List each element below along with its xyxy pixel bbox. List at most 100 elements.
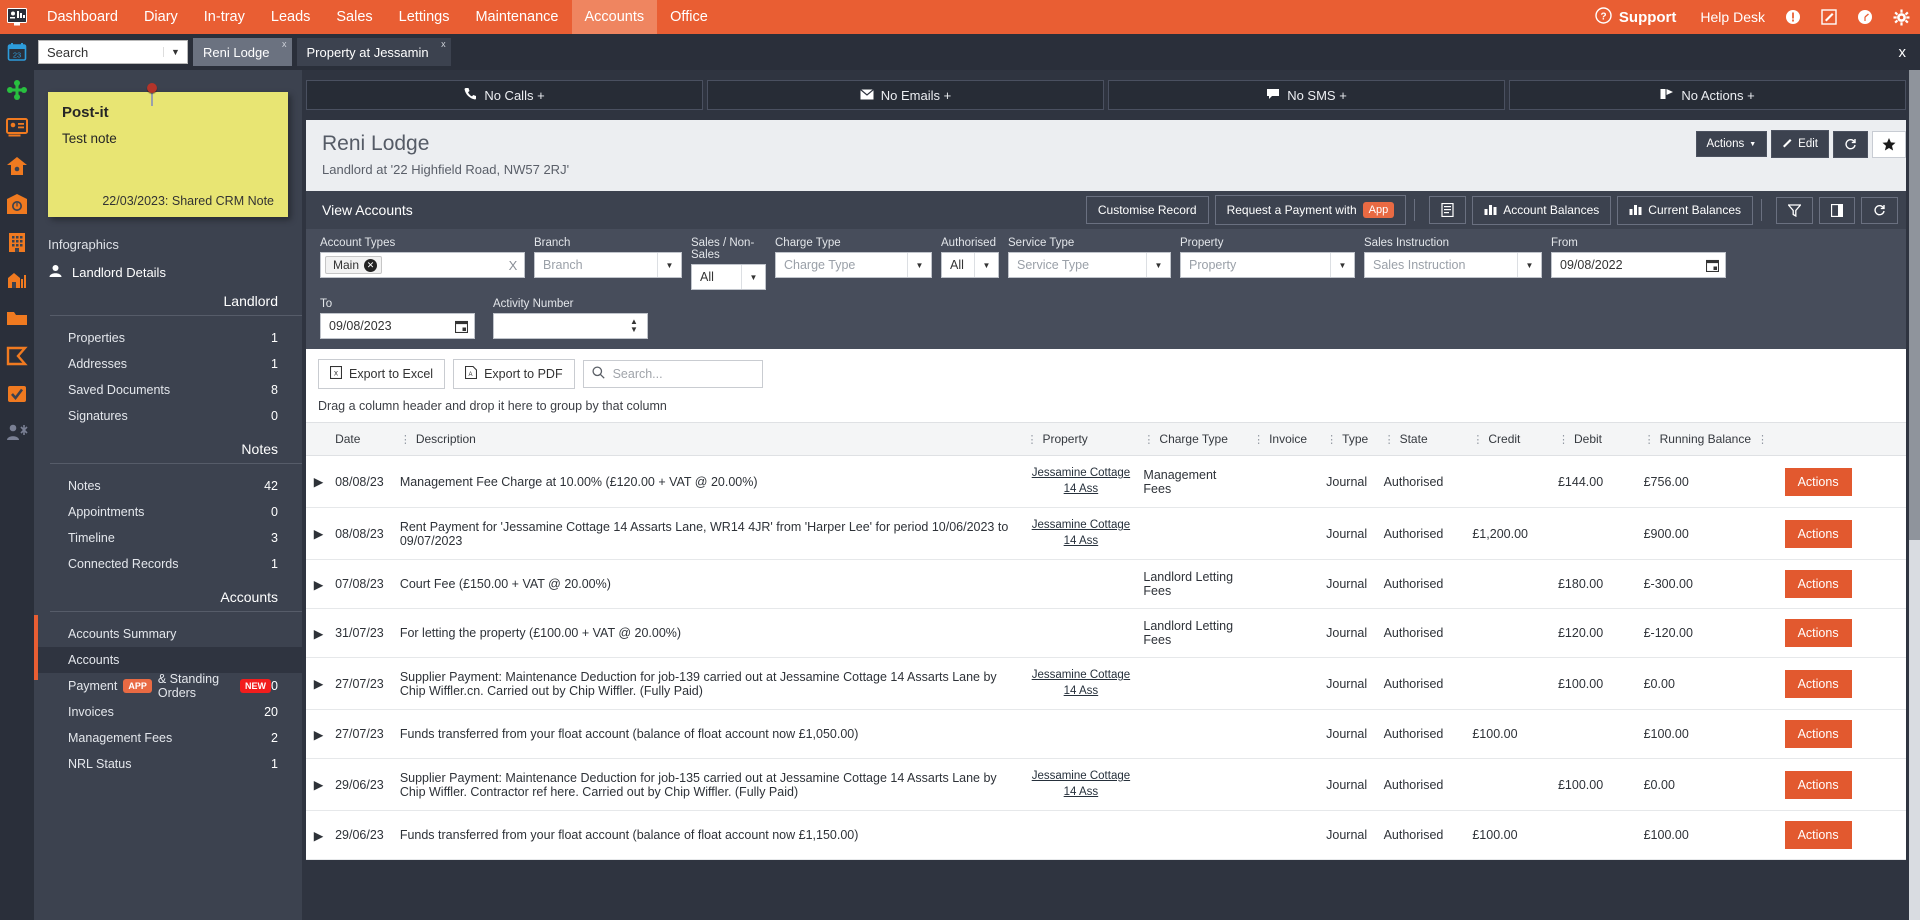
column-grip-icon[interactable]: ⋮ [1026, 434, 1037, 446]
calendar-rail-icon[interactable]: 23 [0, 34, 34, 70]
dashboard-logo-icon[interactable] [0, 0, 34, 34]
sidebar-item-appointments[interactable]: Appointments 0 [34, 499, 302, 525]
export-to-pdf-button[interactable]: A Export to PDF [453, 359, 575, 389]
calendar-icon[interactable] [1699, 259, 1725, 272]
row-expand-toggle[interactable]: ▶ [306, 559, 332, 610]
remove-chip-icon[interactable]: ✕ [364, 258, 378, 272]
sales-non-sales-select[interactable]: All ▼ [691, 264, 766, 290]
row-expand-toggle[interactable]: ▶ [306, 709, 332, 760]
no-actions-button[interactable]: No Actions + [1509, 80, 1906, 110]
chevron-down-icon[interactable]: ▼ [741, 265, 765, 289]
table-row[interactable]: ▶ 08/08/23 Management Fee Charge at 10.00%… [306, 455, 1906, 509]
column-header-debit[interactable]: ⋮ Debit [1553, 422, 1640, 456]
account-balances-button[interactable]: Account Balances [1472, 195, 1612, 225]
refresh-icon[interactable] [1833, 130, 1868, 158]
nav-item-dashboard[interactable]: Dashboard [34, 0, 131, 34]
nav-item-sales[interactable]: Sales [323, 0, 385, 34]
row-expand-toggle[interactable]: ▶ [306, 657, 332, 711]
number-stepper-icon[interactable]: ▲ ▼ [621, 318, 647, 334]
table-row[interactable]: ▶ 07/08/23 Court Fee (£150.00 + VAT @ 20.0… [306, 559, 1906, 610]
sidebar-item-saved-documents[interactable]: Saved Documents 8 [34, 377, 302, 403]
close-all-tabs-icon[interactable]: x [1899, 44, 1920, 61]
clear-icon[interactable]: X [502, 258, 524, 273]
chevron-down-icon[interactable]: ▼ [1517, 253, 1541, 277]
chevron-down-icon[interactable]: ▼ [163, 47, 187, 57]
row-actions-button[interactable]: Actions [1784, 821, 1852, 850]
property-select[interactable]: Property ▼ [1180, 252, 1355, 278]
table-row[interactable]: ▶ 29/06/23 Funds transferred from your flo… [306, 810, 1906, 861]
row-actions-button[interactable]: Actions [1784, 720, 1852, 749]
folder-icon[interactable] [5, 306, 29, 330]
from-date-input[interactable]: 09/08/2022 [1551, 252, 1726, 278]
nav-item-maintenance[interactable]: Maintenance [462, 0, 571, 34]
chevron-down-icon[interactable]: ▼ [1330, 253, 1354, 277]
column-header-charge-type[interactable]: ⋮ Charge Type [1139, 422, 1250, 456]
gauge-icon[interactable] [1847, 9, 1883, 25]
column-header-property[interactable]: ⋮ Property [1022, 422, 1140, 456]
table-row[interactable]: ▶ 27/07/23 Funds transferred from your flo… [306, 709, 1906, 760]
column-grip-icon[interactable]: ⋮ [1384, 434, 1395, 446]
row-expand-toggle[interactable]: ▶ [306, 507, 332, 561]
no-emails-button[interactable]: No Emails + [707, 80, 1104, 110]
column-grip-icon[interactable]: ⋮ [1143, 434, 1154, 446]
nav-item-accounts[interactable]: Accounts [571, 0, 658, 34]
nav-item-office[interactable]: Office [657, 0, 721, 34]
row-expand-toggle[interactable]: ▶ [306, 608, 332, 659]
gear-icon[interactable] [1883, 9, 1920, 26]
record-tab-reni-lodge[interactable]: Reni Lodge x [193, 38, 292, 66]
reload-icon[interactable] [1861, 196, 1898, 224]
branch-select[interactable]: Branch ▼ [534, 252, 682, 278]
chevron-down-icon[interactable]: ▼ [657, 253, 681, 277]
alert-gear-icon[interactable] [1775, 9, 1811, 25]
property-link[interactable]: Jessamine Cottage 14 Ass [1026, 518, 1135, 549]
sidebar-item-payment-standing-orders[interactable]: Payment APP & Standing Orders NEW 0 [34, 672, 302, 700]
sidebar-item-nrl-status[interactable]: NRL Status 1 [34, 751, 302, 777]
account-type-chip[interactable]: Main ✕ [325, 256, 383, 274]
table-row[interactable]: ▶ 29/06/23 Supplier Payment: Maintenance D… [306, 758, 1906, 812]
column-header-credit[interactable]: ⋮ Credit [1468, 422, 1554, 456]
row-actions-button[interactable]: Actions [1784, 519, 1852, 548]
row-expand-toggle[interactable]: ▶ [306, 455, 332, 509]
funnel-icon[interactable] [1776, 196, 1813, 224]
column-header-state[interactable]: ⋮ State [1379, 422, 1469, 456]
sidebar-item-notes[interactable]: Notes 42 [34, 473, 302, 499]
house-icon[interactable] [5, 154, 29, 178]
no-calls-button[interactable]: No Calls + [306, 80, 703, 110]
property-link[interactable]: Jessamine Cottage 14 Ass [1026, 466, 1135, 497]
sidebar-item-management-fees[interactable]: Management Fees 2 [34, 725, 302, 751]
nav-item-leads[interactable]: Leads [258, 0, 324, 34]
nav-item-lettings[interactable]: Lettings [386, 0, 463, 34]
flag-icon[interactable] [5, 344, 29, 368]
sidebar-item-signatures[interactable]: Signatures 0 [34, 403, 302, 429]
table-row[interactable]: ▶ 27/07/23 Supplier Payment: Maintenance D… [306, 657, 1906, 711]
post-it-note[interactable]: Post-it Test note 22/03/2023: Shared CRM… [48, 83, 288, 217]
close-icon[interactable]: x [282, 39, 287, 49]
column-header-date[interactable]: Date [331, 422, 396, 456]
close-icon[interactable]: x [441, 39, 446, 49]
edit-square-icon[interactable] [1811, 9, 1847, 25]
sidebar-item-properties[interactable]: Properties 1 [34, 325, 302, 351]
chevron-down-icon[interactable]: ▼ [974, 253, 998, 277]
account-types-input[interactable]: Main ✕ X [320, 252, 525, 278]
check-board-icon[interactable] [5, 382, 29, 406]
activity-number-input[interactable]: ▲ ▼ [493, 313, 648, 339]
export-to-excel-button[interactable]: x Export to Excel [318, 359, 446, 389]
sidebar-item-invoices[interactable]: Invoices 20 [34, 699, 302, 725]
sidebar-item-accounts-summary[interactable]: Accounts Summary [34, 621, 302, 647]
customise-record-button[interactable]: Customise Record [1085, 196, 1209, 224]
chevron-down-icon[interactable]: ▼ [1146, 253, 1170, 277]
report-icon[interactable] [1429, 196, 1467, 224]
column-grip-icon[interactable]: ⋮ [1253, 434, 1264, 446]
column-grip-icon[interactable]: ⋮ [400, 434, 411, 446]
column-icon[interactable] [1819, 196, 1855, 224]
table-row[interactable]: ▶ 31/07/23 For letting the property (£100.… [306, 608, 1906, 659]
column-header-invoice[interactable]: ⋮ Invoice [1249, 422, 1323, 456]
shop-chart-icon[interactable] [5, 268, 29, 292]
main-vertical-scrollbar[interactable] [1909, 70, 1920, 920]
column-header-description[interactable]: ⋮ Description [395, 422, 1023, 456]
row-expand-toggle[interactable]: ▶ [306, 758, 332, 812]
property-clock-icon[interactable] [5, 192, 29, 216]
property-link[interactable]: Jessamine Cottage 14 Ass [1026, 668, 1135, 699]
column-grip-icon[interactable]: ⋮ [1472, 434, 1483, 446]
column-grip-icon[interactable]: ⋮ [1644, 434, 1655, 446]
